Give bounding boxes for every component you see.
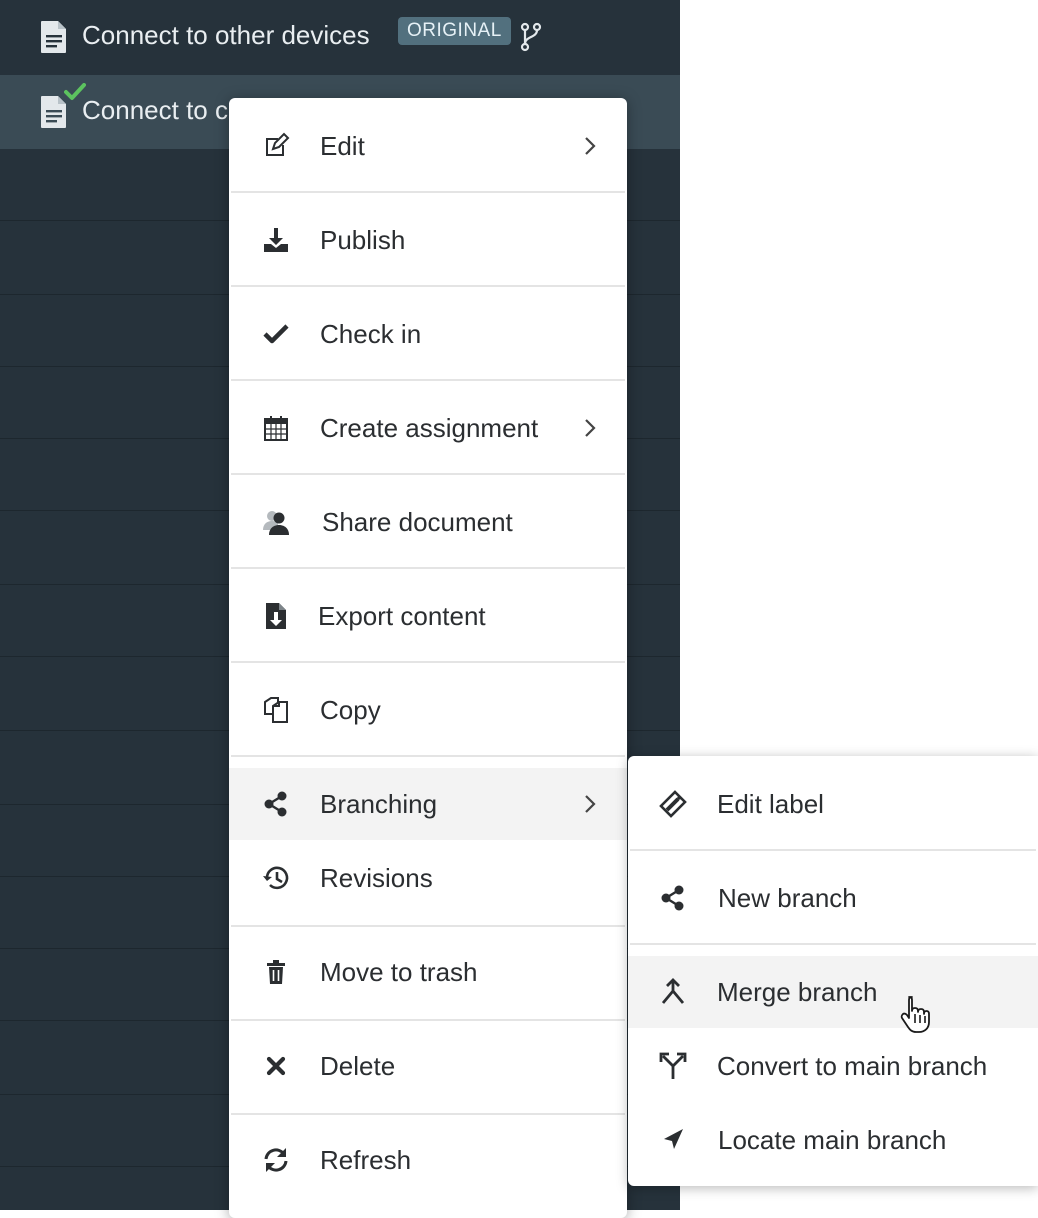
menu-item-refresh[interactable]: Refresh (229, 1124, 627, 1196)
menu-item-label: Delete (320, 1050, 396, 1081)
chevron-right-icon (585, 137, 596, 155)
history-icon (261, 863, 291, 893)
menu-separator (231, 191, 625, 193)
document-icon (41, 21, 66, 53)
submenu-item-label: Merge branch (717, 976, 878, 1007)
submenu-item-label: Locate main branch (718, 1124, 947, 1155)
document-row[interactable]: Connect to other devices ORIGINAL (0, 0, 680, 74)
menu-item-label: Move to trash (320, 956, 478, 987)
branching-submenu: Edit label New branch Merge branch Conve… (628, 756, 1038, 1186)
menu-separator (630, 849, 1036, 851)
menu-item-label: Check in (320, 318, 422, 349)
original-badge: ORIGINAL (398, 17, 511, 45)
export-icon (261, 601, 291, 631)
hand-cursor-icon (900, 996, 930, 1033)
menu-item-label: Revisions (320, 862, 433, 893)
calendar-icon (261, 413, 291, 443)
menu-separator (231, 925, 625, 927)
menu-separator (231, 285, 625, 287)
chevron-right-icon (585, 419, 596, 437)
document-title: Connect to c (82, 95, 228, 125)
menu-item-publish[interactable]: Publish (229, 204, 627, 276)
submenu-item-locate-main-branch[interactable]: Locate main branch (628, 1104, 1038, 1176)
users-icon (261, 507, 291, 537)
refresh-icon (261, 1145, 291, 1175)
copy-icon (261, 695, 291, 725)
menu-item-label: Export content (318, 600, 486, 631)
menu-item-label: Share document (322, 506, 513, 537)
convert-icon (658, 1051, 688, 1081)
menu-separator (231, 567, 625, 569)
context-menu: Edit Publish Check in Create assignment … (229, 98, 627, 1218)
menu-separator (231, 379, 625, 381)
menu-item-branching[interactable]: Branching (229, 768, 627, 840)
share-icon (261, 789, 291, 819)
branch-icon[interactable] (520, 22, 542, 52)
edit-icon (261, 131, 291, 161)
menu-item-label: Edit (320, 130, 365, 161)
menu-item-revisions[interactable]: Revisions (229, 842, 627, 914)
label-icon (658, 789, 688, 819)
submenu-item-label: Edit label (717, 788, 824, 819)
close-icon (261, 1051, 291, 1081)
submenu-item-label: New branch (718, 882, 857, 913)
menu-item-label: Copy (320, 694, 381, 725)
submenu-item-merge-branch[interactable]: Merge branch (628, 956, 1038, 1028)
submenu-item-new-branch[interactable]: New branch (628, 862, 1038, 934)
merge-icon (658, 977, 688, 1007)
menu-separator (231, 661, 625, 663)
menu-item-export-content[interactable]: Export content (229, 580, 627, 652)
menu-item-copy[interactable]: Copy (229, 674, 627, 746)
menu-item-move-to-trash[interactable]: Move to trash (229, 936, 627, 1008)
menu-separator (231, 755, 625, 757)
menu-separator (231, 1113, 625, 1115)
menu-item-label: Publish (320, 224, 406, 255)
menu-item-check-in[interactable]: Check in (229, 298, 627, 370)
trash-icon (261, 957, 291, 987)
submenu-item-label: Convert to main branch (717, 1050, 988, 1081)
menu-item-create-assignment[interactable]: Create assignment (229, 392, 627, 464)
menu-item-label: Branching (320, 788, 438, 819)
check-icon (261, 319, 291, 349)
locate-icon (658, 1125, 688, 1155)
menu-item-edit[interactable]: Edit (229, 110, 627, 182)
menu-separator (231, 473, 625, 475)
submenu-item-edit-label[interactable]: Edit label (628, 768, 1038, 840)
share-icon (658, 883, 688, 913)
document-title: Connect to other devices (82, 20, 370, 50)
menu-separator (231, 1019, 625, 1021)
menu-item-delete[interactable]: Delete (229, 1030, 627, 1102)
menu-item-label: Refresh (320, 1144, 412, 1175)
publish-icon (261, 225, 291, 255)
menu-separator (630, 943, 1036, 945)
menu-item-share-document[interactable]: Share document (229, 486, 627, 558)
submenu-item-convert-to-main-branch[interactable]: Convert to main branch (628, 1030, 1038, 1102)
chevron-right-icon (585, 795, 596, 813)
menu-item-label: Create assignment (320, 412, 539, 443)
